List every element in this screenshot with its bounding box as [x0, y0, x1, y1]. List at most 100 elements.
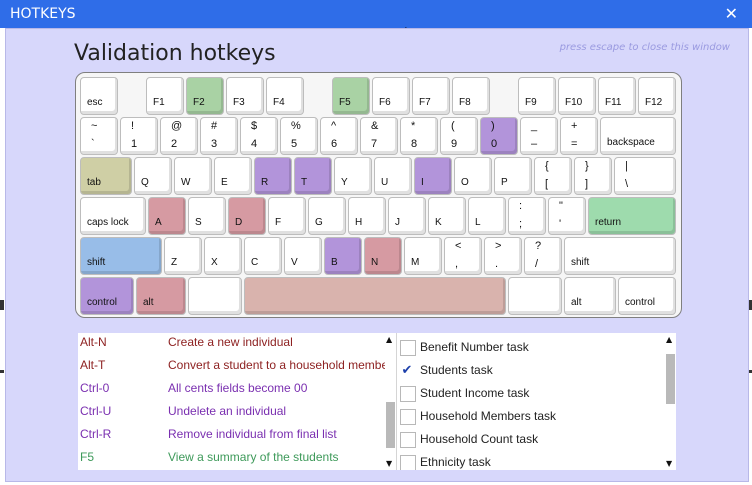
- key-p[interactable]: P: [494, 157, 532, 195]
- key-l[interactable]: L: [468, 197, 506, 235]
- key-i[interactable]: I: [414, 157, 452, 195]
- key-control-left[interactable]: control: [80, 277, 134, 315]
- key-minus[interactable]: _ –: [520, 117, 558, 155]
- key-rbracket[interactable]: }]: [574, 157, 612, 195]
- task-list-scrollbar[interactable]: ▲ ▼: [665, 333, 676, 470]
- key-4[interactable]: $4: [240, 117, 278, 155]
- key-5[interactable]: % 5: [280, 117, 318, 155]
- key-f8[interactable]: F8: [452, 77, 490, 115]
- key-j[interactable]: J: [388, 197, 426, 235]
- key-f7[interactable]: F7: [412, 77, 450, 115]
- key-slash[interactable]: ? /: [524, 237, 562, 275]
- key-w[interactable]: W: [174, 157, 212, 195]
- key-t[interactable]: T: [294, 157, 332, 195]
- key-8[interactable]: * 8: [400, 117, 438, 155]
- key-label: R: [261, 177, 269, 188]
- key-equals[interactable]: + =: [560, 117, 598, 155]
- key-0[interactable]: ) 0: [480, 117, 518, 155]
- key-alt-right[interactable]: alt: [564, 277, 616, 315]
- key-capslock[interactable]: caps lock: [80, 197, 146, 235]
- key-lbracket[interactable]: {[: [534, 157, 572, 195]
- scroll-down-icon[interactable]: ▼: [666, 459, 672, 468]
- task-checkbox[interactable]: [400, 409, 416, 425]
- key-s[interactable]: S: [188, 197, 226, 235]
- task-checkbox[interactable]: [400, 432, 416, 448]
- task-checkbox[interactable]: [400, 340, 416, 356]
- key-b[interactable]: B: [324, 237, 362, 275]
- key-top-label: >: [495, 240, 502, 252]
- key-label: N: [371, 257, 379, 268]
- key-r[interactable]: R: [254, 157, 292, 195]
- key-quote[interactable]: " ': [548, 197, 586, 235]
- hotkey-list-scrollbar[interactable]: ▲ ▼: [385, 333, 396, 470]
- key-f9[interactable]: F9: [518, 77, 556, 115]
- task-row[interactable]: ✔ Students task: [398, 361, 658, 383]
- task-row[interactable]: Ethnicity task: [398, 453, 658, 470]
- key-esc[interactable]: esc: [80, 77, 118, 115]
- key-control-right[interactable]: control: [618, 277, 676, 315]
- key-k[interactable]: K: [428, 197, 466, 235]
- key-n[interactable]: N: [364, 237, 402, 275]
- key-h[interactable]: H: [348, 197, 386, 235]
- key-f3[interactable]: F3: [226, 77, 264, 115]
- key-backquote[interactable]: ~ `: [80, 117, 118, 155]
- key-m[interactable]: M: [404, 237, 442, 275]
- scroll-thumb[interactable]: [666, 354, 675, 405]
- key-label: C: [251, 257, 259, 268]
- key-f12[interactable]: F12: [638, 77, 676, 115]
- key-backspace[interactable]: backspace: [600, 117, 676, 155]
- key-v[interactable]: V: [284, 237, 322, 275]
- key-f[interactable]: F: [268, 197, 306, 235]
- checkmark-icon[interactable]: ✔: [400, 363, 414, 377]
- key-f2[interactable]: F2: [186, 77, 224, 115]
- key-9[interactable]: (9: [440, 117, 478, 155]
- scroll-down-icon[interactable]: ▼: [386, 459, 392, 468]
- key-shift-left[interactable]: shift: [80, 237, 162, 275]
- key-f4[interactable]: F4: [266, 77, 304, 115]
- task-row[interactable]: Household Members task: [398, 407, 658, 429]
- key-backslash[interactable]: | \: [614, 157, 676, 195]
- task-row[interactable]: Household Count task: [398, 430, 658, 452]
- key-x[interactable]: X: [204, 237, 242, 275]
- task-checkbox[interactable]: [400, 455, 416, 470]
- key-o[interactable]: O: [454, 157, 492, 195]
- key-blank-left[interactable]: [188, 277, 242, 315]
- key-6[interactable]: ^ 6: [320, 117, 358, 155]
- key-u[interactable]: U: [374, 157, 412, 195]
- key-tab[interactable]: tab: [80, 157, 132, 195]
- key-q[interactable]: Q: [134, 157, 172, 195]
- key-c[interactable]: C: [244, 237, 282, 275]
- scroll-up-icon[interactable]: ▲: [386, 335, 392, 344]
- key-7[interactable]: & 7: [360, 117, 398, 155]
- key-blank-right[interactable]: [508, 277, 562, 315]
- task-row[interactable]: Student Income task: [398, 384, 658, 406]
- key-e[interactable]: E: [214, 157, 252, 195]
- hotkey-description: Create a new individual: [168, 335, 293, 349]
- key-z[interactable]: Z: [164, 237, 202, 275]
- scroll-thumb[interactable]: [386, 401, 395, 448]
- key-y[interactable]: Y: [334, 157, 372, 195]
- close-icon[interactable]: ✕: [725, 4, 738, 23]
- key-comma[interactable]: <,: [444, 237, 482, 275]
- key-space[interactable]: [244, 277, 506, 315]
- key-return[interactable]: return: [588, 197, 676, 235]
- key-semicolon[interactable]: :;: [508, 197, 546, 235]
- key-f6[interactable]: F6: [372, 77, 410, 115]
- key-f10[interactable]: F10: [558, 77, 596, 115]
- key-f11[interactable]: F11: [598, 77, 636, 115]
- task-checkbox[interactable]: [400, 386, 416, 402]
- key-f5[interactable]: F5: [332, 77, 370, 115]
- key-1[interactable]: ! 1: [120, 117, 158, 155]
- key-label: alt: [571, 297, 582, 308]
- key-f1[interactable]: F1: [146, 77, 184, 115]
- task-row[interactable]: Benefit Number task: [398, 338, 658, 360]
- key-g[interactable]: G: [308, 197, 346, 235]
- key-2[interactable]: @2: [160, 117, 198, 155]
- key-a[interactable]: A: [148, 197, 186, 235]
- key-d[interactable]: D: [228, 197, 266, 235]
- scroll-up-icon[interactable]: ▲: [666, 335, 672, 344]
- key-period[interactable]: >.: [484, 237, 522, 275]
- key-3[interactable]: #3: [200, 117, 238, 155]
- key-shift-right[interactable]: shift: [564, 237, 676, 275]
- key-alt-left[interactable]: alt: [136, 277, 186, 315]
